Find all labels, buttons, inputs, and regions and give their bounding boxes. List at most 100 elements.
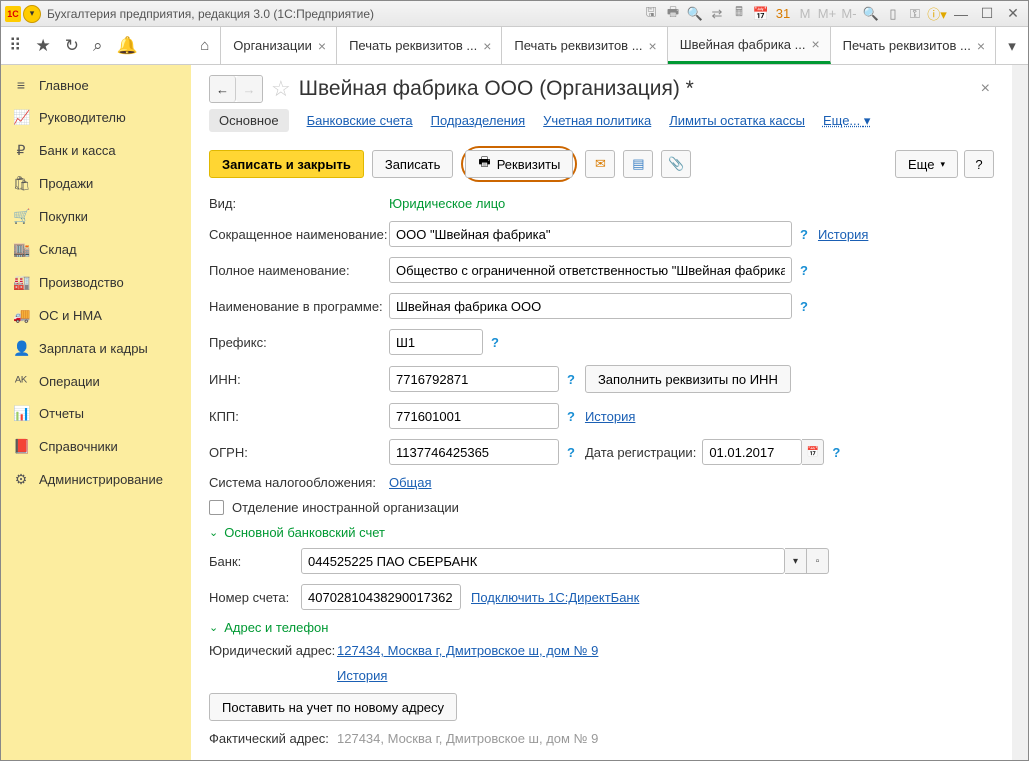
sidebar-item-warehouse[interactable]: 🏬Склад [1, 233, 191, 266]
directbank-link[interactable]: Подключить 1С:ДиректБанк [471, 590, 639, 605]
help-icon[interactable]: ? [567, 409, 575, 424]
mail-button[interactable]: ✉ [585, 150, 615, 178]
sidebar-item-bank[interactable]: ₽Банк и касса [1, 134, 191, 167]
inn-input[interactable] [389, 366, 559, 392]
foreign-checkbox[interactable] [209, 500, 224, 515]
save-button[interactable]: Записать [372, 150, 454, 178]
sidebar-item-manager[interactable]: 📈Руководителю [1, 101, 191, 134]
help-icon[interactable]: ? [567, 445, 575, 460]
prog-name-input[interactable] [389, 293, 792, 319]
star-icon[interactable]: ★ [35, 36, 50, 56]
history-link[interactable]: История [818, 227, 868, 242]
history-icon[interactable]: ↻ [65, 36, 79, 56]
section-tab-bank[interactable]: Банковские счета [307, 113, 413, 128]
close-icon[interactable]: × [977, 38, 985, 54]
kpp-input[interactable] [389, 403, 559, 429]
m-icon[interactable]: M [796, 5, 814, 23]
address-section-header[interactable]: ⌄Адрес и телефон [209, 620, 994, 635]
nav-back-button[interactable]: ← [210, 76, 236, 102]
dropdown-button[interactable]: ▾ [785, 548, 807, 574]
app-menu-dropdown[interactable]: ▾ [23, 5, 41, 23]
bank-section-header[interactable]: ⌄Основной банковский счет [209, 525, 994, 540]
section-tab-more[interactable]: Еще... ▾ [823, 113, 870, 129]
help-icon[interactable]: ? [800, 263, 808, 278]
help-button[interactable]: ? [964, 150, 994, 178]
sidebar-item-salary[interactable]: 👤Зарплата и кадры [1, 332, 191, 365]
sidebar-item-sales[interactable]: 🛍Продажи [1, 167, 191, 200]
help-icon[interactable]: ? [832, 445, 840, 460]
sidebar-item-operations[interactable]: ᴬᴷОперации [1, 365, 191, 397]
sidebar-item-production[interactable]: 🏭Производство [1, 266, 191, 299]
compare-icon[interactable]: ⇄ [708, 5, 726, 23]
sidebar-item-assets[interactable]: 🚚ОС и НМА [1, 299, 191, 332]
print-icon[interactable]: 🖶 [664, 5, 682, 23]
details-button[interactable]: 🖶Реквизиты [465, 150, 573, 178]
m-plus-icon[interactable]: M+ [818, 5, 836, 23]
calc-icon[interactable]: 🖩 [730, 5, 748, 23]
ogrn-input[interactable] [389, 439, 559, 465]
bell-icon[interactable]: 🔔 [116, 36, 137, 56]
section-tab-dept[interactable]: Подразделения [431, 113, 526, 128]
addr-history-link[interactable]: История [337, 668, 387, 683]
acc-input[interactable] [301, 584, 461, 610]
full-name-input[interactable] [389, 257, 792, 283]
m-minus-icon[interactable]: M- [840, 5, 858, 23]
minimize-button[interactable]: — [950, 5, 972, 23]
close-icon[interactable]: × [483, 38, 491, 54]
close-page-button[interactable]: × [977, 80, 994, 98]
reg-date-label: Дата регистрации: [585, 445, 696, 460]
zoom-icon[interactable]: 🔍 [862, 5, 880, 23]
tab-overflow[interactable]: ▾ [996, 27, 1028, 64]
sidebar-item-admin[interactable]: ⚙Администрирование [1, 463, 191, 496]
panel-icon[interactable]: ▯ [884, 5, 902, 23]
save-close-button[interactable]: Записать и закрыть [209, 150, 364, 178]
short-name-input[interactable] [389, 221, 792, 247]
history-link[interactable]: История [585, 409, 635, 424]
sidebar-item-references[interactable]: 📕Справочники [1, 430, 191, 463]
help-icon[interactable]: ? [800, 299, 808, 314]
section-tab-main[interactable]: Основное [209, 109, 289, 132]
calendar-icon[interactable]: 📅 [752, 5, 770, 23]
tab-3[interactable]: Швейная фабрика ... × [668, 27, 831, 64]
close-icon[interactable]: × [318, 38, 326, 54]
preview-icon[interactable]: 🔍 [686, 5, 704, 23]
sidebar-item-main[interactable]: ≡Главное [1, 69, 191, 101]
help-icon[interactable]: ? [567, 372, 575, 387]
scrollbar[interactable] [1012, 65, 1028, 760]
save-icon[interactable]: 🖫 [642, 5, 660, 23]
list-button[interactable]: ▤ [623, 150, 653, 178]
section-tab-limits[interactable]: Лимиты остатка кассы [669, 113, 805, 128]
register-new-addr-button[interactable]: Поставить на учет по новому адресу [209, 693, 457, 721]
info-icon[interactable]: ⓘ▾ [928, 5, 946, 23]
nav-forward-button[interactable]: → [236, 76, 262, 102]
tax-link[interactable]: Общая [389, 475, 432, 490]
favorite-icon[interactable]: ☆ [271, 76, 291, 102]
home-tab[interactable]: ⌂ [189, 27, 221, 64]
tab-1[interactable]: Печать реквизитов ... × [337, 27, 502, 64]
section-tab-policy[interactable]: Учетная политика [543, 113, 651, 128]
close-icon[interactable]: × [811, 36, 819, 52]
tab-4[interactable]: Печать реквизитов ... × [831, 27, 996, 64]
help-icon[interactable]: ? [800, 227, 808, 242]
calendar-icon[interactable]: 📅 [802, 439, 824, 465]
tab-2[interactable]: Печать реквизитов ... × [502, 27, 667, 64]
sidebar-item-purchase[interactable]: 🛒Покупки [1, 200, 191, 233]
close-button[interactable]: ✕ [1002, 5, 1024, 23]
apps-icon[interactable]: ⠿ [9, 36, 21, 56]
date-icon[interactable]: 31 [774, 5, 792, 23]
open-button[interactable]: ▫ [807, 548, 829, 574]
search-icon[interactable]: ⌕ [93, 36, 103, 56]
help-icon[interactable]: ? [491, 335, 499, 350]
key-icon[interactable]: ⚿ [906, 5, 924, 23]
prefix-input[interactable] [389, 329, 483, 355]
maximize-button[interactable]: ☐ [976, 5, 998, 23]
more-button[interactable]: Еще ▾ [895, 150, 958, 178]
sidebar-item-reports[interactable]: 📊Отчеты [1, 397, 191, 430]
attach-button[interactable]: 📎 [661, 150, 691, 178]
reg-date-input[interactable] [702, 439, 802, 465]
close-icon[interactable]: × [649, 38, 657, 54]
tab-0[interactable]: Организации × [221, 27, 337, 64]
fill-by-inn-button[interactable]: Заполнить реквизиты по ИНН [585, 365, 791, 393]
legal-addr-link[interactable]: 127434, Москва г, Дмитровское ш, дом № 9 [337, 643, 598, 658]
bank-input[interactable] [301, 548, 785, 574]
